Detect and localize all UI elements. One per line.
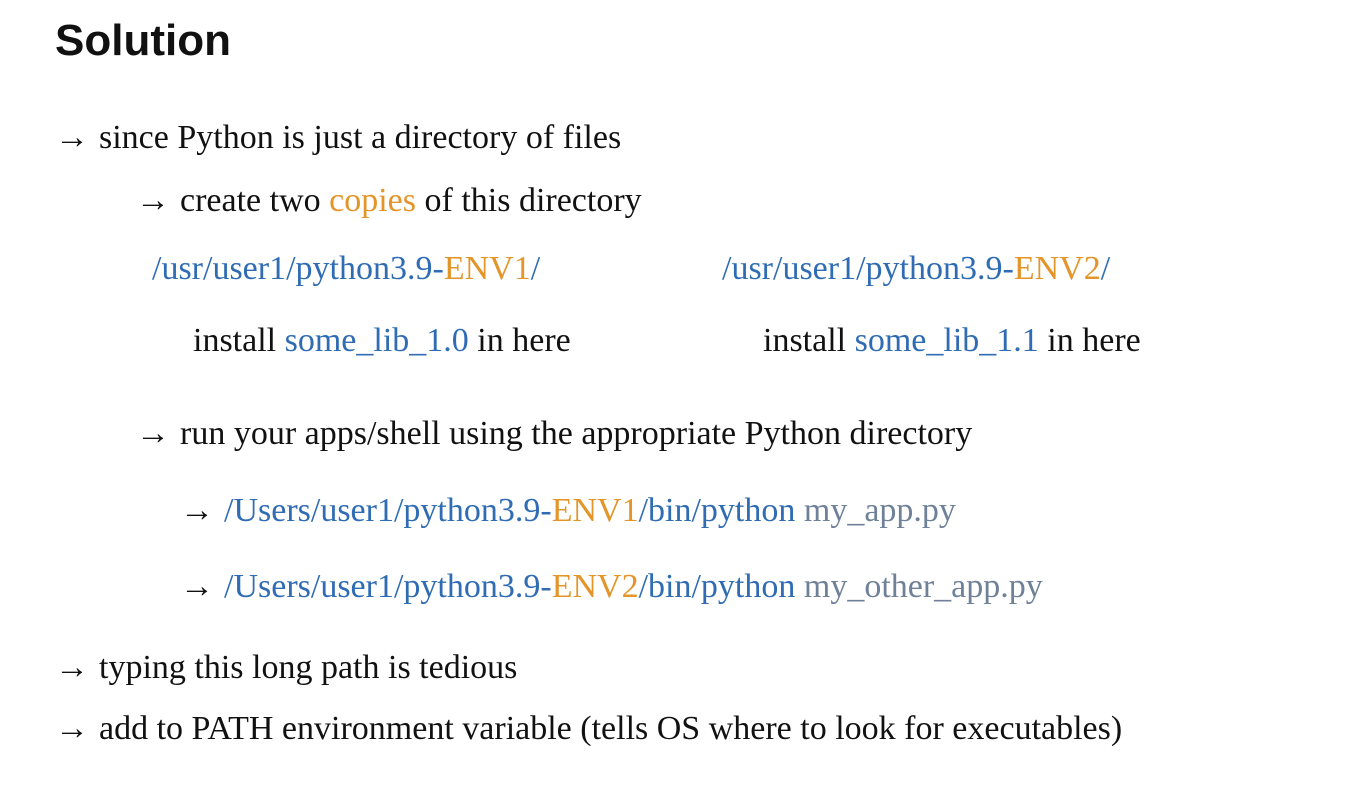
cmd2-script: my_other_app.py [795,568,1043,605]
bullet-python-directory: → since Python is just a directory of fil… [55,117,621,159]
command-env2: →/Users/user1/python3.9-ENV2/bin/python … [180,566,1043,608]
env1-path: /usr/user1/python3.9-ENV1/ [152,248,540,290]
env1-path-suffix: / [530,250,541,287]
slide-title: Solution [55,16,231,65]
env2-path-suffix: / [1100,250,1111,287]
cmd2-env: ENV2 [551,568,639,605]
cmd1-suffix: /bin/python [638,492,796,529]
arrow-right-icon: → [180,492,214,529]
cmd2-suffix: /bin/python [638,568,796,605]
arrow-right-icon: → [180,568,214,605]
bullet-text-after: of this directory [416,182,642,219]
cmd1-env: ENV1 [551,492,639,529]
env1-label: ENV1 [443,250,531,287]
bullet-text: since Python is just a directory of file… [99,119,622,156]
bullet-text: typing this long path is tedious [99,649,518,686]
env2-path-prefix: /usr/user1/python3.9- [722,250,1014,287]
bullet-path-variable: → add to PATH environment variable (tells… [55,708,1122,750]
cmd1-prefix: /Users/user1/python3.9- [224,492,552,529]
cmd1-script: my_app.py [795,492,956,529]
install-text-before: install [763,322,855,359]
cmd2-prefix: /Users/user1/python3.9- [224,568,552,605]
arrow-right-icon: → [136,182,170,219]
install-env1: install some_lib_1.0 in here [193,320,571,362]
arrow-right-icon: → [136,415,170,452]
install-text-after: in here [1038,322,1141,359]
install-text-after: in here [468,322,571,359]
bullet-text: add to PATH environment variable (tells … [99,710,1123,747]
arrow-right-icon: → [55,119,89,156]
bullet-text: run your apps/shell using the appropriat… [180,415,973,452]
arrow-right-icon: → [55,649,89,686]
lib-name-1: some_lib_1.0 [284,322,469,359]
install-env2: install some_lib_1.1 in here [763,320,1141,362]
install-text-before: install [193,322,285,359]
lib-name-2: some_lib_1.1 [854,322,1039,359]
bullet-run-apps: → run your apps/shell using the appropria… [136,413,972,455]
bullet-create-copies: → create two copies of this directory [136,180,642,222]
env2-label: ENV2 [1013,250,1101,287]
bullet-text-before: create two [180,182,330,219]
env2-path: /usr/user1/python3.9-ENV2/ [722,248,1110,290]
bullet-tedious: → typing this long path is tedious [55,647,517,689]
env1-path-prefix: /usr/user1/python3.9- [152,250,444,287]
arrow-right-icon: → [55,710,89,747]
command-env1: →/Users/user1/python3.9-ENV1/bin/python … [180,490,956,532]
highlight-copies: copies [329,182,416,219]
